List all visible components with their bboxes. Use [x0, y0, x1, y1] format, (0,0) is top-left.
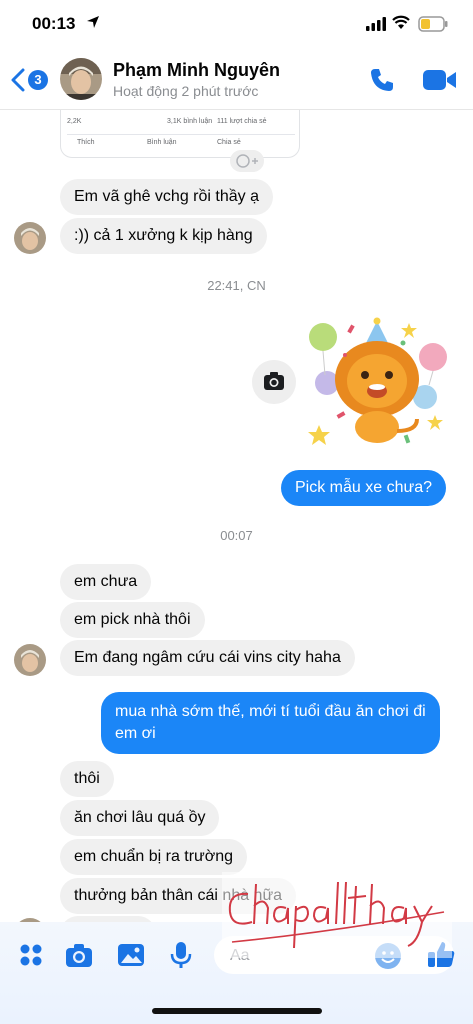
incoming-message[interactable]: em chưa	[60, 564, 152, 600]
avatar-photo	[14, 644, 46, 676]
contact-avatar[interactable]	[60, 58, 102, 100]
video-camera-icon[interactable]	[422, 68, 458, 92]
timestamp: 00:07	[220, 528, 253, 543]
shared-post-card[interactable]: 2,2K 3,1K bình luận 111 lượt chia sẻ Thí…	[60, 110, 300, 158]
camera-icon[interactable]	[252, 360, 296, 404]
apps-grid-icon[interactable]	[16, 940, 46, 970]
incoming-message[interactable]: em pick nhà thôi	[60, 602, 205, 638]
post-stats: 2,2K 3,1K bình luận 111 lượt chia sẻ	[67, 118, 295, 130]
outgoing-message[interactable]: mua nhà sớm thế, mới tí tuổi đầu ăn chơi…	[101, 692, 440, 754]
lion-party-sticker[interactable]	[305, 315, 448, 450]
post-comment-count: 3,1K bình luận	[167, 118, 213, 125]
post-like-button[interactable]: Thích	[77, 139, 95, 146]
incoming-message[interactable]: ăn chơi lâu quá ồy	[60, 800, 220, 836]
conversation-header: 3 Phạm Minh Nguyên Hoạt động 2 phút trướ…	[0, 48, 473, 110]
contact-avatar-small[interactable]	[14, 222, 46, 254]
post-share-count: 111 lượt chia sẻ	[217, 118, 267, 125]
incoming-message[interactable]: :)) cả 1 xưởng k kịp hàng	[60, 218, 267, 254]
home-indicator	[152, 1008, 322, 1014]
phone-icon[interactable]	[368, 66, 396, 94]
avatar-photo	[60, 58, 102, 100]
message-line: em ơi	[115, 725, 156, 742]
status-time: 00:13	[32, 14, 76, 33]
post-actions: Thích Bình luận Chia sẻ	[67, 134, 295, 148]
message-list[interactable]: 2,2K 3,1K bình luận 111 lượt chia sẻ Thí…	[0, 110, 473, 922]
post-reaction-count: 2,2K	[67, 118, 82, 125]
unread-count-badge: 3	[28, 70, 48, 90]
active-status: Hoạt động 2 phút trước	[113, 83, 259, 99]
wifi-icon	[392, 15, 410, 29]
location-arrow-icon	[87, 16, 99, 28]
add-reaction-icon[interactable]	[230, 150, 264, 172]
back-button[interactable]: 3	[8, 64, 54, 94]
message-line: mua nhà sớm thế, mới tí tuổi đầu ăn chơi…	[115, 703, 426, 720]
incoming-message[interactable]: em chuẩn bị ra trường	[60, 839, 248, 875]
back-chevron-icon	[11, 68, 25, 92]
battery-icon	[418, 16, 448, 32]
incoming-message[interactable]: Em vã ghê vchg rồi thầy ạ	[60, 179, 273, 215]
incoming-message[interactable]: thôi	[60, 761, 114, 797]
contact-name[interactable]: Phạm Minh Nguyên	[113, 60, 280, 81]
post-share-button[interactable]: Chia sẻ	[217, 139, 241, 146]
camera-icon[interactable]	[64, 940, 94, 970]
contact-avatar-small[interactable]	[14, 644, 46, 676]
status-bar: 00:13	[0, 0, 473, 48]
incoming-message[interactable]: Em đang ngâm cứu cái vins city haha	[60, 640, 355, 676]
gallery-icon[interactable]	[116, 940, 146, 970]
microphone-icon[interactable]	[166, 940, 196, 970]
handwritten-signature-watermark	[222, 872, 452, 958]
post-comment-button[interactable]: Bình luận	[147, 139, 177, 146]
timestamp: 22:41, CN	[207, 278, 266, 293]
cellular-signal-icon	[366, 17, 386, 31]
outgoing-message[interactable]: Pick mẫu xe chưa?	[281, 470, 446, 506]
avatar-photo	[14, 222, 46, 254]
